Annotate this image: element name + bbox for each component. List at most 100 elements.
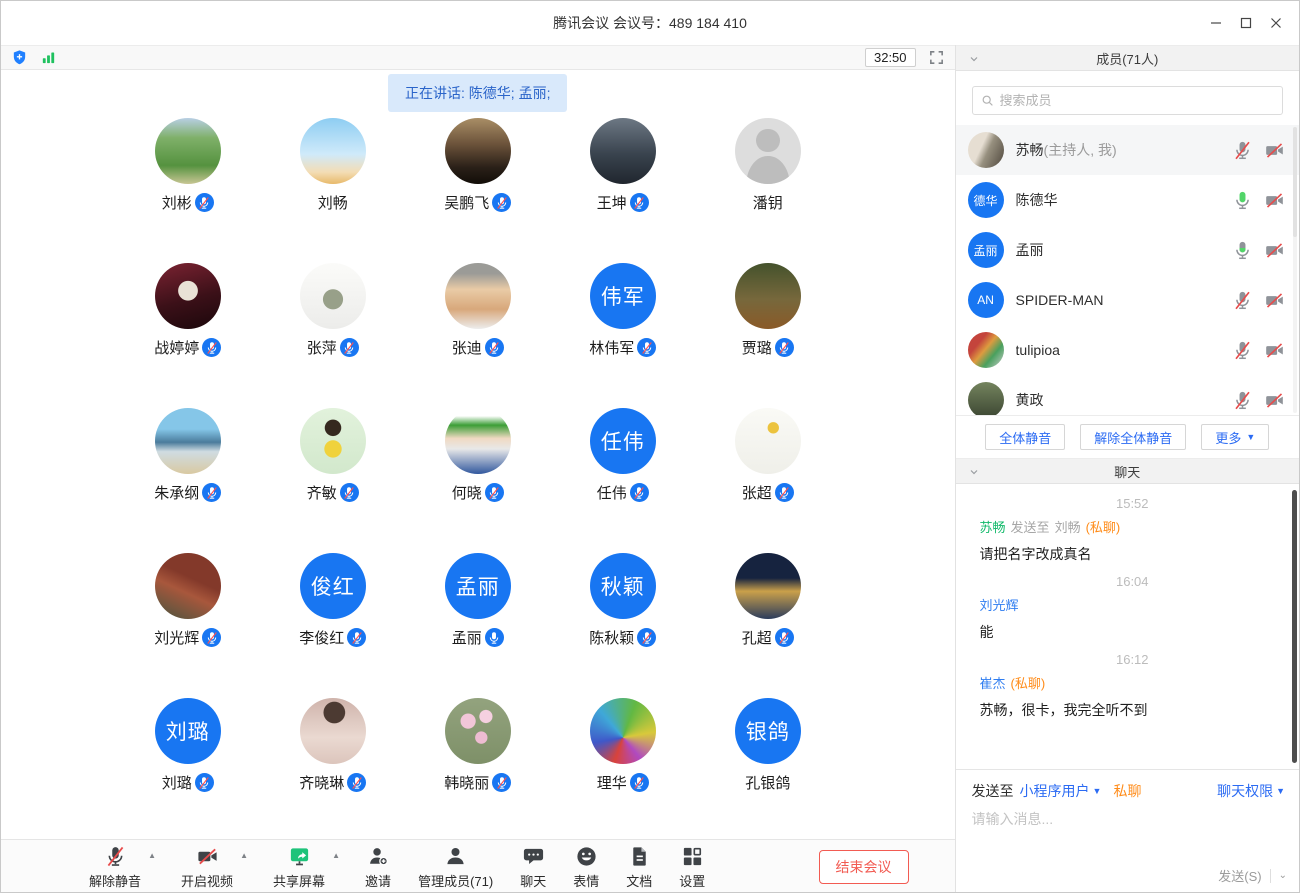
avatar: 秋颖 <box>590 553 656 619</box>
share-screen-button[interactable]: 共享屏幕▲ <box>273 844 325 890</box>
member-row[interactable]: 孟丽孟丽 <box>956 225 1299 275</box>
avatar <box>735 553 801 619</box>
participant-tile[interactable]: 秋颖陈秋颖 <box>550 552 695 697</box>
chat-collapse-chevron-icon[interactable] <box>968 466 980 478</box>
participant-tile[interactable]: 张萍 <box>260 262 405 407</box>
chat-permission-dropdown[interactable]: 聊天权限 ▼ <box>1217 781 1285 801</box>
participant-tile[interactable]: 贾璐 <box>695 262 840 407</box>
member-list-scrollbar-thumb[interactable] <box>1293 127 1297 237</box>
mic-muted-badge-icon <box>195 193 214 212</box>
participant-tile[interactable]: 孟丽孟丽 <box>405 552 550 697</box>
chat-panel-header: 聊天 <box>956 458 1299 484</box>
mic-muted-icon[interactable] <box>1232 290 1253 311</box>
send-to-dropdown[interactable]: 小程序用户 ▼ <box>1020 781 1102 801</box>
participant-tile[interactable]: 齐敏 <box>260 407 405 552</box>
member-row[interactable]: 德华陈德华 <box>956 175 1299 225</box>
chat-button[interactable]: 聊天 <box>520 844 546 890</box>
participant-tile[interactable]: 任伟任伟 <box>550 407 695 552</box>
mic-level-icon[interactable] <box>1232 240 1253 261</box>
member-status-icons <box>1232 340 1285 361</box>
network-signal-icon[interactable] <box>40 49 57 66</box>
participant-tile[interactable]: 何晓 <box>405 407 550 552</box>
emoji-button[interactable]: 表情 <box>573 844 599 890</box>
send-button[interactable]: 发送(S) <box>1218 866 1261 885</box>
private-chat-label: 私聊 <box>1113 781 1141 801</box>
private-chat-tag: (私聊) <box>1086 517 1121 536</box>
mic-muted-icon[interactable] <box>1232 140 1253 161</box>
avatar: 孟丽 <box>445 553 511 619</box>
participant-tile[interactable]: 刘光辉 <box>115 552 260 697</box>
participant-nameline: 张萍 <box>307 337 359 358</box>
participant-name: 刘彬 <box>162 192 192 213</box>
participant-nameline: 李俊红 <box>299 627 366 648</box>
mic-muted-icon[interactable] <box>1232 390 1253 411</box>
member-row[interactable]: ANSPIDER-MAN <box>956 275 1299 325</box>
member-row[interactable]: 黄政 <box>956 375 1299 415</box>
participant-tile[interactable]: 刘彬 <box>115 117 260 262</box>
chat-scrollbar[interactable] <box>1292 490 1297 763</box>
fullscreen-icon[interactable] <box>928 49 945 66</box>
member-search-box[interactable] <box>972 86 1283 115</box>
start-video-button[interactable]: 开启视频▲ <box>181 844 233 890</box>
mic-muted-icon[interactable] <box>1232 340 1253 361</box>
mic-muted-badge-icon <box>485 483 504 502</box>
member-row[interactable]: tulipioa <box>956 325 1299 375</box>
more-button[interactable]: 更多▼ <box>1201 424 1269 450</box>
meeting-security-icon[interactable] <box>11 49 28 66</box>
member-row[interactable]: 苏畅(主持人, 我) <box>956 125 1299 175</box>
participant-tile[interactable]: 伟军林伟军 <box>550 262 695 407</box>
participant-nameline: 陈秋颖 <box>589 627 656 648</box>
participant-name: 林伟军 <box>589 337 634 358</box>
participant-tile[interactable]: 张迪 <box>405 262 550 407</box>
close-button[interactable] <box>1261 8 1291 38</box>
camera-off-icon[interactable] <box>1264 190 1285 211</box>
member-name: SPIDER-MAN <box>1016 292 1104 308</box>
docs-button[interactable]: 文档 <box>626 844 652 890</box>
manage-members-button[interactable]: 管理成员(71) <box>418 844 493 890</box>
chat-message-header: 苏畅发送至刘畅(私聊) <box>980 517 1285 536</box>
toolbar-item-label: 表情 <box>573 871 599 890</box>
participant-name: 任伟 <box>597 482 627 503</box>
toolbar-expand-caret-icon[interactable]: ▲ <box>148 851 156 860</box>
participant-tile[interactable]: 张超 <box>695 407 840 552</box>
camera-off-icon[interactable] <box>1264 140 1285 161</box>
participant-tile[interactable]: 朱承纲 <box>115 407 260 552</box>
camera-off-icon[interactable] <box>1264 240 1285 261</box>
members-collapse-chevron-icon[interactable] <box>968 53 980 65</box>
maximize-button[interactable] <box>1231 8 1261 38</box>
participant-tile[interactable]: 俊红李俊红 <box>260 552 405 697</box>
mute-all-button[interactable]: 全体静音 <box>985 424 1065 450</box>
participant-tile[interactable]: 王坤 <box>550 117 695 262</box>
participant-tile[interactable]: 潘钥 <box>695 117 840 262</box>
participant-nameline: 刘畅 <box>318 192 348 213</box>
chat-timestamp: 16:04 <box>980 574 1285 589</box>
mic-muted-badge-icon <box>775 338 794 357</box>
chat-message-header: 崔杰(私聊) <box>980 673 1285 692</box>
unmute-all-button[interactable]: 解除全体静音 <box>1080 424 1186 450</box>
camera-off-icon[interactable] <box>1264 390 1285 411</box>
chat-message-input[interactable] <box>972 811 1285 827</box>
participant-tile[interactable]: 吴鹏飞 <box>405 117 550 262</box>
participant-tile[interactable]: 银鸽孔银鸽 <box>695 697 840 839</box>
participant-tile[interactable]: 齐晓琳 <box>260 697 405 839</box>
participant-tile[interactable]: 刘畅 <box>260 117 405 262</box>
participant-tile[interactable]: 理华 <box>550 697 695 839</box>
end-meeting-button[interactable]: 结束会议 <box>819 850 909 884</box>
mic-on-icon[interactable] <box>1232 190 1253 211</box>
toolbar-expand-caret-icon[interactable]: ▲ <box>332 851 340 860</box>
minimize-button[interactable] <box>1201 8 1231 38</box>
participant-name: 齐晓琳 <box>299 772 344 793</box>
toolbar-item-label: 设置 <box>679 871 705 890</box>
camera-off-icon[interactable] <box>1264 340 1285 361</box>
participant-tile[interactable]: 韩晓丽 <box>405 697 550 839</box>
participant-tile[interactable]: 刘璐刘璐 <box>115 697 260 839</box>
camera-off-icon[interactable] <box>1264 290 1285 311</box>
participant-tile[interactable]: 孔超 <box>695 552 840 697</box>
participant-tile[interactable]: 战婷婷 <box>115 262 260 407</box>
toolbar-expand-caret-icon[interactable]: ▲ <box>240 851 248 860</box>
invite-button[interactable]: 邀请 <box>365 844 391 890</box>
settings-button[interactable]: 设置 <box>679 844 705 890</box>
unmute-button[interactable]: 解除静音▲ <box>89 844 141 890</box>
send-options-chevron-icon[interactable]: ⌄ <box>1279 870 1287 881</box>
member-search-input[interactable] <box>1000 93 1274 108</box>
